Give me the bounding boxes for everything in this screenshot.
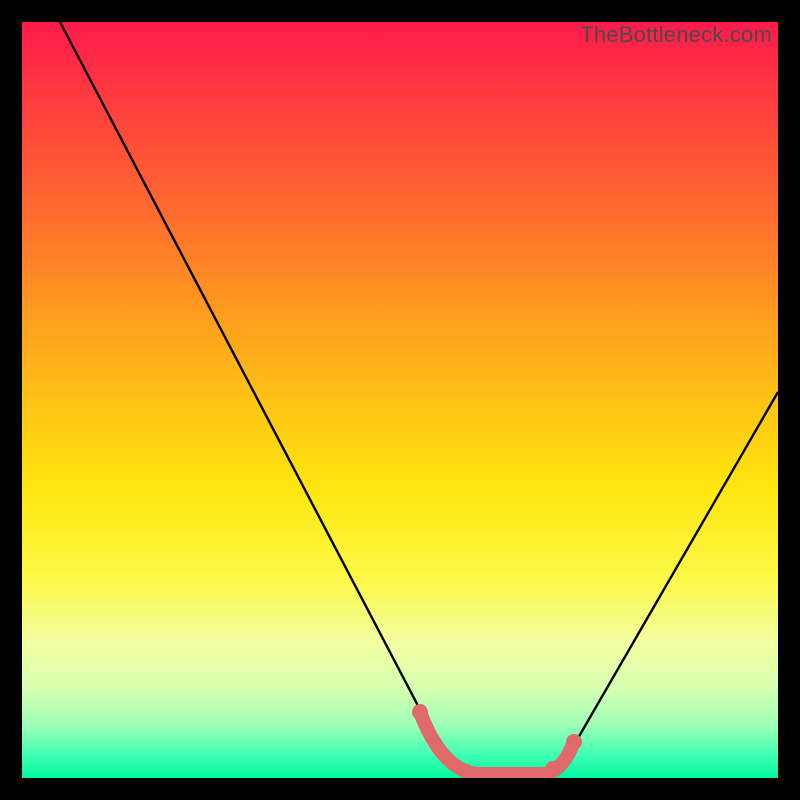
highlight-dot (461, 764, 473, 776)
highlight-dot (546, 761, 558, 773)
bottleneck-curve (22, 22, 778, 778)
chart-plot-area: TheBottleneck.com (22, 22, 778, 778)
highlight-dot (566, 734, 582, 750)
watermark-text: TheBottleneck.com (580, 22, 772, 48)
highlight-dot (412, 704, 428, 720)
highlight-dot (436, 746, 448, 758)
curve-path (60, 22, 778, 778)
